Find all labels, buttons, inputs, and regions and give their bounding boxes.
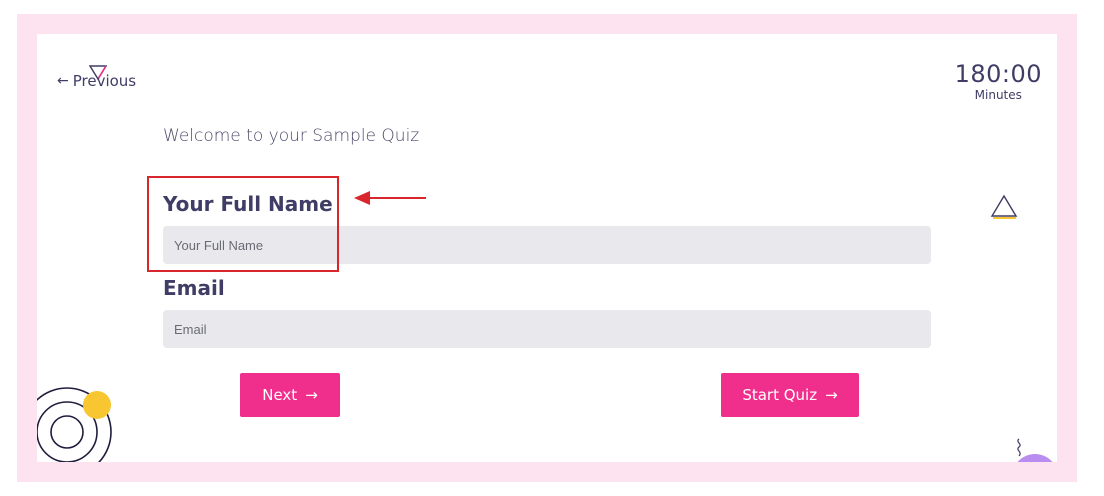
squiggle-decoration-icon [1017,438,1021,457]
previous-label: Previous [72,72,137,90]
annotation-arrow-icon [354,191,426,205]
arrow-right-icon: → [305,386,318,404]
arrow-left-icon: ← [57,73,69,89]
timer-value: 180:00 [954,60,1042,88]
email-input[interactable] [163,310,931,348]
email-label: Email [163,276,225,300]
yellow-dot-decoration [83,391,111,419]
next-button-label: Next [262,386,298,404]
concentric-circles-decoration-icon [37,387,112,462]
start-quiz-button[interactable]: Start Quiz → [721,373,859,417]
quiz-welcome-text: Welcome to your Sample Quiz [163,126,420,146]
previous-link[interactable]: ← Previous [57,72,136,90]
start-quiz-label: Start Quiz [742,386,818,404]
next-button[interactable]: Next → [240,373,340,417]
countdown-timer: 180:00 Minutes [955,60,1042,102]
timer-unit: Minutes [974,88,1022,102]
annotation-highlight-box [147,176,339,272]
arrow-right-icon: → [825,386,838,404]
triangle-decoration-icon [990,194,1018,219]
